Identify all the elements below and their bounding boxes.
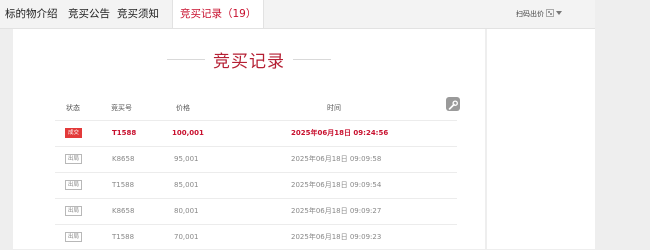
bidder-number: K8658 xyxy=(112,155,135,163)
qr-code-icon xyxy=(546,9,554,17)
bidder-number: K8658 xyxy=(112,207,135,215)
status-badge: 出局 xyxy=(65,180,83,190)
bid-time: 2025年06月18日 09:09:23 xyxy=(291,233,382,241)
bidder-number: T1588 xyxy=(112,233,135,241)
section-title: 竞买记录 xyxy=(213,52,285,72)
column-header-time: 时间 xyxy=(327,104,341,112)
wrench-icon[interactable] xyxy=(446,97,460,111)
bid-time: 2025年06月18日 09:09:27 xyxy=(291,207,382,215)
column-header-bidder-number: 竞买号 xyxy=(111,104,132,112)
bid-price: 85,001 xyxy=(174,181,199,189)
table-row: 成交 T1588 100,001 2025年06月18日 09:24:56 xyxy=(55,120,457,146)
chevron-down-icon xyxy=(556,11,562,15)
side-panel xyxy=(487,29,595,249)
table-row: 出局 T1588 85,001 2025年06月18日 09:09:54 xyxy=(55,172,457,198)
divider-left xyxy=(167,59,205,60)
divider-right xyxy=(293,59,331,60)
column-header-price: 价格 xyxy=(176,104,190,112)
bid-time: 2025年06月18日 09:09:58 xyxy=(291,155,382,163)
tab-bar: 标的物介绍 竞买公告 竞买须知 竞买记录（19） 扫码出价 xyxy=(0,0,595,29)
bid-time: 2025年06月18日 09:09:54 xyxy=(291,181,382,189)
table-row: 出局 K8658 80,001 2025年06月18日 09:09:27 xyxy=(55,198,457,224)
tab-auction-announcement[interactable]: 竞买公告 xyxy=(68,0,110,28)
tab-bid-records[interactable]: 竞买记录（19） xyxy=(172,0,265,28)
bid-price: 100,001 xyxy=(172,129,204,137)
bidder-number: T1588 xyxy=(112,181,135,189)
table-row: 出局 K8658 95,001 2025年06月18日 09:09:58 xyxy=(55,146,457,172)
status-badge: 出局 xyxy=(65,206,83,216)
bidder-number: T1588 xyxy=(112,129,137,137)
scan-bid-button[interactable]: 扫码出价 xyxy=(516,0,562,28)
bid-records-panel: 竞买记录 状态 竞买号 价格 时间 成交 T1588 100,001 2025年… xyxy=(13,29,485,249)
status-badge: 成交 xyxy=(65,128,83,138)
status-badge: 出局 xyxy=(65,232,83,242)
bid-price: 70,001 xyxy=(174,233,199,241)
table-row: 出局 T1588 70,001 2025年06月18日 09:09:23 xyxy=(55,224,457,250)
tab-bidding-notice[interactable]: 竞买须知 xyxy=(117,0,159,28)
scan-bid-label: 扫码出价 xyxy=(516,10,544,18)
section-heading: 竞买记录 xyxy=(13,47,485,72)
tab-item-introduction[interactable]: 标的物介绍 xyxy=(5,0,58,28)
bid-time: 2025年06月18日 09:24:56 xyxy=(291,129,389,137)
column-header-status: 状态 xyxy=(66,104,80,112)
status-badge: 出局 xyxy=(65,154,83,164)
bid-price: 80,001 xyxy=(174,207,199,215)
bid-price: 95,001 xyxy=(174,155,199,163)
